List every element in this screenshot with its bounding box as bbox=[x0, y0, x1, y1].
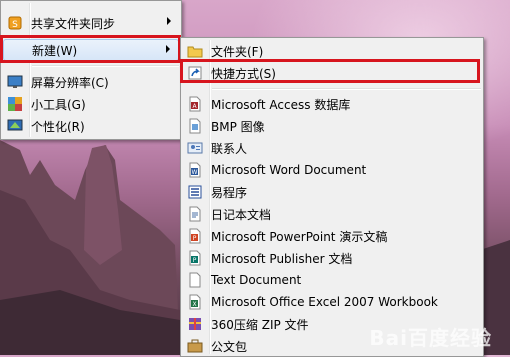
sync-icon: S bbox=[7, 15, 23, 31]
submenu-item-label: 360压缩 ZIP 文件 bbox=[211, 317, 309, 332]
desktop-context-menu: S 共享文件夹同步 新建(W) 屏幕分辨率(C) 小工具(G) 个性化(R) bbox=[0, 0, 182, 140]
bmp-image-icon bbox=[187, 118, 203, 134]
submenu-item-label: BMP 图像 bbox=[211, 119, 265, 134]
submenu-item-label: Microsoft Access 数据库 bbox=[211, 97, 351, 112]
submenu-item-contact[interactable]: 联系人 bbox=[183, 137, 481, 159]
text-doc-icon bbox=[187, 272, 203, 288]
contact-icon bbox=[187, 140, 203, 156]
submenu-item-excel[interactable]: X Microsoft Office Excel 2007 Workbook bbox=[183, 291, 481, 313]
briefcase-icon bbox=[187, 338, 203, 354]
submenu-item-label: 文件夹(F) bbox=[211, 44, 264, 59]
menu-item-label: 屏幕分辨率(C) bbox=[31, 75, 109, 90]
menu-separator bbox=[212, 88, 481, 90]
submenu-item-e-program[interactable]: 易程序 bbox=[183, 181, 481, 203]
folder-icon bbox=[187, 43, 203, 59]
svg-text:W: W bbox=[192, 169, 198, 176]
submenu-item-bmp[interactable]: BMP 图像 bbox=[183, 115, 481, 137]
new-submenu: 文件夹(F) 快捷方式(S) A Microsoft Access 数据库 BM… bbox=[180, 37, 484, 357]
submenu-item-label: Text Document bbox=[211, 273, 302, 287]
zip-icon bbox=[187, 316, 203, 332]
excel-icon: X bbox=[187, 294, 203, 310]
menu-item-label: 共享文件夹同步 bbox=[31, 16, 116, 31]
svg-text:X: X bbox=[192, 301, 196, 308]
submenu-item-label: 易程序 bbox=[211, 185, 248, 200]
submenu-item-label: Microsoft Word Document bbox=[211, 163, 367, 177]
menu-separator bbox=[32, 65, 179, 67]
watermark: Bai百度经验 bbox=[369, 326, 492, 350]
submenu-item-publisher[interactable]: P Microsoft Publisher 文档 bbox=[183, 247, 481, 269]
svg-text:P: P bbox=[193, 235, 197, 242]
submenu-item-label: 公文包 bbox=[211, 339, 248, 354]
menu-item-personalize[interactable]: 个性化(R) bbox=[3, 115, 179, 137]
submenu-item-journal[interactable]: 日记本文档 bbox=[183, 203, 481, 225]
submenu-arrow-icon bbox=[167, 17, 171, 25]
menu-item-label: 个性化(R) bbox=[31, 119, 85, 134]
submenu-item-text-document[interactable]: Text Document bbox=[183, 269, 481, 291]
menu-item-shared-folder-sync[interactable]: S 共享文件夹同步 bbox=[3, 12, 179, 34]
submenu-item-access[interactable]: A Microsoft Access 数据库 bbox=[183, 93, 481, 115]
e-program-icon bbox=[187, 184, 203, 200]
annotation-box-new bbox=[0, 35, 181, 63]
submenu-item-label: 联系人 bbox=[211, 141, 248, 156]
journal-icon bbox=[187, 206, 203, 222]
menu-item-gadgets[interactable]: 小工具(G) bbox=[3, 93, 179, 115]
svg-text:P: P bbox=[193, 257, 197, 264]
powerpoint-icon: P bbox=[187, 228, 203, 244]
svg-text:S: S bbox=[12, 20, 18, 30]
submenu-item-powerpoint[interactable]: P Microsoft PowerPoint 演示文稿 bbox=[183, 225, 481, 247]
word-icon: W bbox=[187, 162, 203, 178]
submenu-item-label: 日记本文档 bbox=[211, 207, 272, 222]
publisher-icon: P bbox=[187, 250, 203, 266]
submenu-item-label: Microsoft PowerPoint 演示文稿 bbox=[211, 229, 388, 244]
menu-item-screen-resolution[interactable]: 屏幕分辨率(C) bbox=[3, 71, 179, 93]
menu-item-label: 小工具(G) bbox=[31, 97, 86, 112]
submenu-item-word[interactable]: W Microsoft Word Document bbox=[183, 159, 481, 181]
access-icon: A bbox=[187, 96, 203, 112]
submenu-item-label: Microsoft Office Excel 2007 Workbook bbox=[211, 295, 438, 309]
submenu-item-label: Microsoft Publisher 文档 bbox=[211, 251, 353, 266]
display-icon bbox=[7, 74, 23, 90]
annotation-box-shortcut bbox=[180, 59, 480, 83]
personalize-icon bbox=[7, 118, 23, 134]
gadgets-icon bbox=[7, 96, 23, 112]
